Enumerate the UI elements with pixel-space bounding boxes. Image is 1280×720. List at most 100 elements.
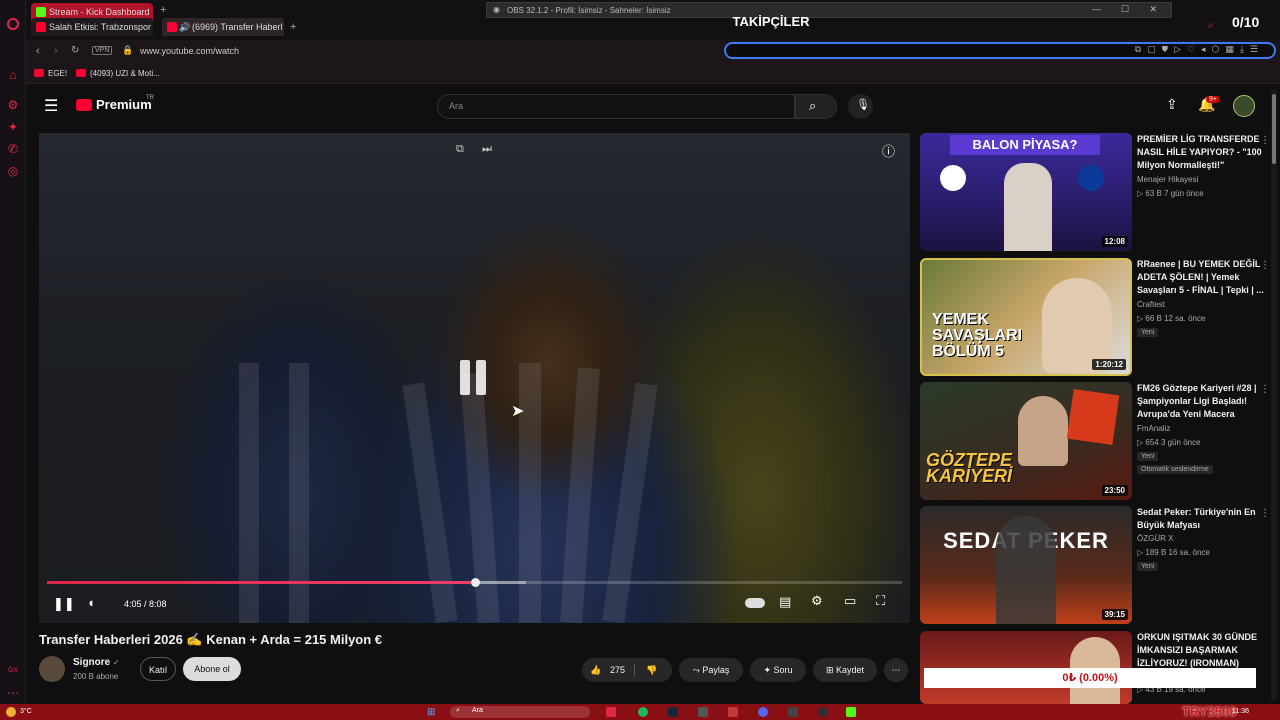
more-options-icon[interactable]: ⋮: [1260, 508, 1270, 519]
channel-name[interactable]: Menajer Hikayesi: [1137, 175, 1198, 184]
search-box[interactable]: Ara: [437, 94, 795, 119]
url-field[interactable]: www.youtube.com/watch: [140, 46, 239, 56]
new-tab-icon[interactable]: +: [290, 21, 296, 33]
opera-gx-icon[interactable]: [606, 707, 616, 717]
overlay-input-box[interactable]: ⧉▢⛊▷♡◂⬡▦⤓☰: [724, 42, 1276, 59]
menu-icon[interactable]: ☰: [44, 96, 58, 116]
gx-icon[interactable]: GX: [6, 664, 20, 678]
search-button[interactable]: ⌕: [795, 94, 837, 119]
home-icon[interactable]: ⌂: [6, 68, 20, 82]
discord-icon[interactable]: [758, 707, 768, 717]
tab-trabzonspor[interactable]: Salah Etkisi: Trabzonspor 6: [31, 18, 153, 36]
channel-name[interactable]: FmAnaliz: [1137, 424, 1170, 433]
back-icon[interactable]: ‹: [36, 45, 40, 57]
speaker-icon[interactable]: 🔊: [179, 18, 190, 36]
spotify-icon[interactable]: [638, 707, 648, 717]
bookmark-ege[interactable]: EGE!: [48, 69, 67, 78]
more-icon[interactable]: ⋯: [6, 686, 20, 700]
more-options-icon[interactable]: ⋮: [1260, 384, 1270, 395]
info-icon[interactable]: ⓘ: [882, 141, 895, 160]
avatar[interactable]: [1233, 95, 1255, 117]
opera-logo-icon[interactable]: [7, 18, 19, 30]
video-thumbnail[interactable]: YEMEK SAVAŞLARI BÖLÜM 5 1:20:12: [920, 258, 1132, 376]
forward-icon[interactable]: ›: [54, 45, 58, 57]
share-button[interactable]: ⤳ Paylaş: [679, 658, 743, 682]
pause-icon[interactable]: ❚❚: [53, 596, 75, 612]
skip-icon[interactable]: ⏭: [482, 143, 492, 156]
video-title[interactable]: RRaenee | BU YEMEK DEĞİL ADETA ŞÖLEN! | …: [1137, 258, 1265, 297]
channel-name[interactable]: Craftest: [1137, 300, 1165, 309]
scrubber-handle[interactable]: [470, 578, 480, 587]
app-icon[interactable]: [698, 707, 708, 717]
ai-icon[interactable]: ✦: [6, 120, 20, 134]
pause-overlay-icon[interactable]: [476, 360, 486, 395]
obs-icon[interactable]: [818, 707, 828, 717]
video-player[interactable]: ⧉ ⏭ ⓘ ➤ ❚❚ ◖ 4:05 / 8:08 ▤ ⚙ ▭ ⛶: [39, 133, 910, 623]
search-tabs-icon[interactable]: ⌕: [1208, 20, 1214, 31]
pause-overlay-icon[interactable]: [460, 360, 470, 395]
dislike-icon[interactable]: 👎: [646, 658, 657, 682]
theater-mode-icon[interactable]: ▭: [844, 593, 856, 609]
voice-search-button[interactable]: 🎙: [848, 94, 873, 119]
taskbar-search[interactable]: ⌕ Ara: [450, 706, 590, 718]
video-title[interactable]: Sedat Peker: Türkiye'nin En Büyük Mafyas…: [1137, 506, 1265, 532]
start-icon[interactable]: ⊞: [427, 707, 435, 718]
more-actions-button[interactable]: ⋯: [884, 658, 908, 682]
scrollbar-thumb[interactable]: [1272, 94, 1276, 164]
like-count[interactable]: 275: [610, 658, 625, 682]
fullscreen-icon[interactable]: ⛶: [876, 593, 885, 609]
app-icon[interactable]: [788, 707, 798, 717]
weather-icon[interactable]: [6, 707, 16, 717]
autoplay-toggle[interactable]: [745, 598, 765, 608]
list-item[interactable]: YEMEK SAVAŞLARI BÖLÜM 5 1:20:12 RRaenee …: [920, 258, 1270, 376]
instagram-icon[interactable]: ◎: [6, 164, 20, 178]
like-icon[interactable]: 👍: [590, 658, 601, 682]
video-title[interactable]: FM26 Göztepe Kariyeri #28 | Şampiyonlar …: [1137, 382, 1265, 421]
app-icon[interactable]: [728, 707, 738, 717]
whatsapp-icon[interactable]: ✆: [6, 142, 20, 156]
scrollbar-track[interactable]: [1271, 90, 1277, 700]
bookmark-uzi[interactable]: (4093) UZI & Moti...: [90, 69, 160, 78]
kick-icon[interactable]: [846, 707, 856, 717]
steam-icon[interactable]: [668, 707, 678, 717]
video-thumbnail[interactable]: SEDAT PEKER 39:15: [920, 506, 1132, 624]
youtube-premium-logo[interactable]: Premium: [96, 97, 152, 112]
maximize-icon[interactable]: ☐: [1121, 4, 1129, 15]
volume-icon[interactable]: ◖: [87, 595, 95, 610]
save-button[interactable]: ⊞ Kaydet: [813, 658, 877, 682]
lock-icon[interactable]: 🔒: [122, 45, 133, 56]
youtube-logo-icon[interactable]: [76, 99, 92, 111]
list-item[interactable]: SEDAT PEKER 39:15 Sedat Peker: Türkiye'n…: [920, 506, 1270, 624]
video-thumbnail[interactable]: BALON PİYASA? 12:08: [920, 133, 1132, 251]
more-options-icon[interactable]: ⋮: [1260, 135, 1270, 146]
settings-gear-icon[interactable]: ⚙: [811, 593, 823, 609]
minimize-icon[interactable]: —: [1092, 4, 1101, 14]
subscribe-button[interactable]: Abone ol: [183, 657, 241, 681]
join-button[interactable]: Katıl: [140, 657, 176, 681]
video-title[interactable]: ORKUN IŞITMAK 30 GÜNDE İMKANSIZI BAŞARMA…: [1137, 631, 1265, 670]
list-item[interactable]: GÖZTEPE KARİYERİ 23:50 FM26 Göztepe Kari…: [920, 382, 1270, 500]
video-thumbnail[interactable]: GÖZTEPE KARİYERİ 23:50: [920, 382, 1132, 500]
channel-name[interactable]: Signore: [73, 657, 110, 668]
settings-icon[interactable]: ⚙: [6, 98, 20, 112]
close-icon[interactable]: ✕: [1149, 4, 1157, 15]
channel-name[interactable]: ÖZGÜR X: [1137, 534, 1173, 543]
obs-window-titlebar[interactable]: ◉ OBS 32.1.2 - Profil: İsimsiz - Sahnele…: [486, 2, 1172, 18]
notification-count: 9+: [1206, 96, 1220, 103]
upload-icon[interactable]: ⇪: [1166, 96, 1178, 113]
list-item[interactable]: BALON PİYASA? 12:08 PREMİER LİG TRANSFER…: [920, 133, 1270, 251]
tab-transfer[interactable]: 🔊 (6969) Transfer Haberl: [162, 18, 284, 36]
video-title[interactable]: PREMİER LİG TRANSFERDE NASIL HİLE YAPIYO…: [1137, 133, 1265, 172]
vpn-badge[interactable]: VPN: [92, 46, 113, 55]
miniplayer-icon[interactable]: ⧉: [456, 143, 464, 156]
reload-icon[interactable]: ↻: [71, 45, 79, 56]
ask-button[interactable]: ✦ Soru: [750, 658, 806, 682]
subtitles-icon[interactable]: ▤: [779, 594, 791, 610]
more-options-icon[interactable]: ⋮: [1260, 260, 1270, 271]
extension-icons[interactable]: ⧉▢⛊▷♡◂⬡▦⤓☰: [1135, 44, 1264, 55]
channel-avatar[interactable]: [39, 656, 65, 682]
new-tab-icon[interactable]: +: [160, 4, 166, 16]
search-input[interactable]: Ara: [449, 101, 463, 111]
progress-track[interactable]: [47, 578, 902, 587]
weather-temp: 3°C: [20, 708, 32, 715]
